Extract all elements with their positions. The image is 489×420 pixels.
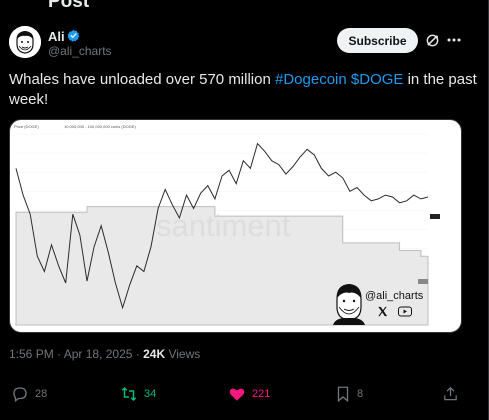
post-meta: 1:56 PM · Apr 18, 2025 · 24K Views — [9, 347, 200, 361]
author-name[interactable]: Ali — [48, 29, 65, 44]
author-handle[interactable]: @ali_charts — [48, 44, 112, 58]
like-count: 221 — [252, 388, 271, 400]
reply-button[interactable]: 28 — [11, 385, 47, 403]
views-label: Views — [165, 347, 201, 361]
avatar[interactable] — [9, 26, 41, 58]
bookmark-icon — [337, 386, 349, 403]
repost-button[interactable]: 34 — [120, 385, 156, 403]
page-title: Post — [48, 0, 90, 12]
reply-icon — [13, 387, 27, 403]
subscribe-button[interactable]: Subscribe — [337, 28, 418, 53]
post-date[interactable]: Apr 18, 2025 — [64, 347, 133, 361]
dogecoin-hashtag-link[interactable]: #Dogecoin — [275, 71, 347, 88]
reply-count: 28 — [35, 388, 48, 400]
legend-price: Price (DOGE) — [14, 124, 39, 129]
post-time[interactable]: 1:56 PM — [9, 347, 54, 361]
bookmark-count: 8 — [357, 388, 364, 400]
chart-image[interactable]: Price (DOGE) 10,000,000 - 100,000,000 co… — [9, 119, 462, 333]
overlay-handle: @ali_charts — [365, 290, 424, 302]
heart-icon — [229, 388, 245, 401]
bookmark-button[interactable]: 8 — [335, 385, 363, 403]
current-series-marker — [418, 279, 428, 284]
avatar-face-icon — [9, 26, 41, 58]
repost-icon — [121, 386, 137, 402]
share-button[interactable] — [442, 385, 459, 403]
x-logo-icon — [378, 306, 388, 317]
meta-separator-2: · — [132, 347, 144, 361]
doge-cashtag-link[interactable]: $DOGE — [351, 71, 404, 88]
more-options-icon[interactable] — [447, 38, 461, 42]
views-count: 24K — [143, 347, 166, 361]
santiment-watermark: santiment — [156, 208, 291, 243]
current-price-marker — [430, 214, 440, 219]
action-bar: 28 34 221 8 — [0, 385, 489, 407]
like-button[interactable]: 221 — [228, 385, 270, 403]
repost-count: 34 — [144, 388, 157, 400]
legend-series: 10,000,000 - 100,000,000 coins (DOGE) — [64, 124, 136, 129]
share-icon — [444, 386, 457, 401]
verified-badge-icon — [67, 29, 80, 42]
grok-icon[interactable] — [425, 33, 440, 48]
youtube-logo-icon — [398, 306, 412, 317]
tweet-text: Whales have unloaded over 570 million #D… — [9, 70, 479, 110]
author-cartoon-icon — [333, 284, 365, 325]
meta-separator: · — [53, 347, 64, 361]
tweet-text-start: Whales have unloaded over 570 million — [9, 71, 275, 88]
